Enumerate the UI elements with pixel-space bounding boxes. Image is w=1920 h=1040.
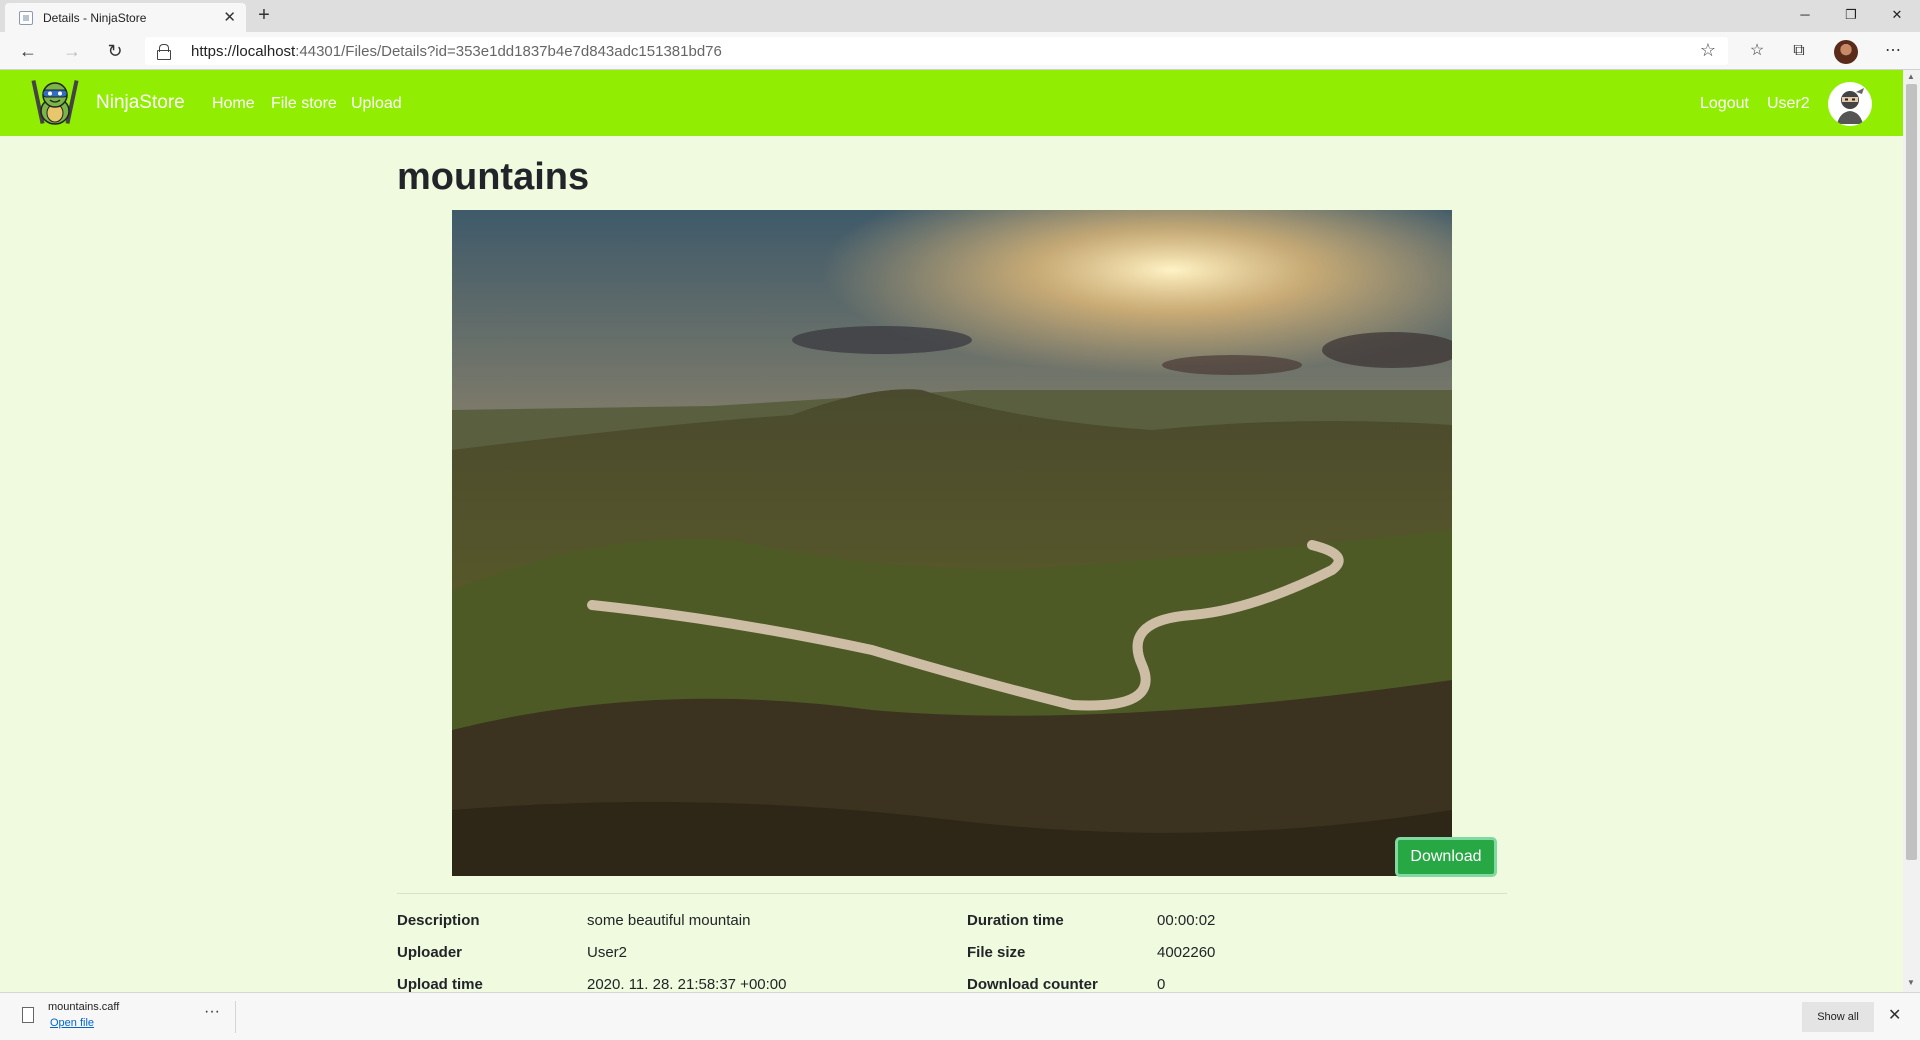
- upload-time-label: Upload time: [397, 976, 483, 993]
- browser-profile-avatar[interactable]: [1834, 40, 1858, 64]
- description-label: Description: [397, 912, 480, 929]
- ninja-avatar-icon: [1829, 83, 1871, 125]
- back-arrow-icon[interactable]: ←: [15, 39, 41, 65]
- brand-name[interactable]: NinjaStore: [96, 92, 185, 114]
- collections-icon[interactable]: ⧉: [1786, 39, 1812, 65]
- download-more-options-icon[interactable]: ···: [204, 1003, 220, 1021]
- browser-tab-bar: Details - NinjaStore ✕ + ─ ❐ ✕: [0, 0, 1920, 32]
- shelf-separator: [235, 1001, 236, 1033]
- logout-link[interactable]: Logout: [1700, 95, 1749, 113]
- minimize-window-button[interactable]: ─: [1782, 0, 1828, 32]
- scroll-up-icon[interactable]: ▲: [1907, 72, 1915, 81]
- file-size-value: 4002260: [1157, 944, 1216, 961]
- page-scrollbar[interactable]: ▲ ▼: [1903, 70, 1920, 992]
- upload-time-value: 2020. 11. 28. 21:58:37 +00:00: [587, 976, 787, 993]
- ninja-turtle-logo-icon[interactable]: [30, 78, 80, 128]
- description-value: some beautiful mountain: [587, 912, 751, 929]
- nav-link-upload[interactable]: Upload: [351, 95, 402, 113]
- forward-arrow-icon[interactable]: →: [59, 39, 85, 65]
- show-all-downloads-button[interactable]: Show all: [1802, 1002, 1874, 1032]
- uploader-label: Uploader: [397, 944, 463, 961]
- user-avatar[interactable]: [1828, 82, 1872, 126]
- nav-link-home[interactable]: Home: [212, 95, 255, 113]
- close-window-button[interactable]: ✕: [1874, 0, 1920, 32]
- more-menu-icon[interactable]: ⋯: [1880, 39, 1906, 65]
- browser-toolbar: ← → ↻ https://localhost:44301/Files/Deta…: [0, 32, 1920, 70]
- favorites-list-icon[interactable]: ☆: [1744, 39, 1770, 65]
- page-favicon-icon: [19, 10, 33, 25]
- scroll-down-icon[interactable]: ▼: [1907, 978, 1915, 987]
- tab-title: Details - NinjaStore: [43, 10, 147, 25]
- download-counter-value: 0: [1157, 976, 1166, 993]
- site-navbar: NinjaStore Home File store Upload Logout…: [0, 70, 1903, 136]
- uploader-value: User2: [587, 944, 628, 961]
- file-size-label: File size: [967, 944, 1026, 961]
- url-path: :44301/Files/Details?id=353e1dd1837b4e7d…: [295, 42, 722, 60]
- browser-tab[interactable]: Details - NinjaStore ✕: [5, 3, 246, 32]
- close-shelf-icon[interactable]: ✕: [1888, 1005, 1901, 1025]
- open-file-link[interactable]: Open file: [50, 1017, 94, 1029]
- close-tab-icon[interactable]: ✕: [223, 8, 236, 26]
- favorite-star-icon[interactable]: ☆: [1700, 40, 1716, 61]
- download-counter-label: Download counter: [967, 976, 1098, 993]
- duration-time-value: 00:00:02: [1157, 912, 1216, 929]
- page-title: mountains: [397, 156, 590, 198]
- divider: [397, 893, 1507, 894]
- duration-time-label: Duration time: [967, 912, 1064, 929]
- download-shelf: mountains.caff Open file ··· Show all ✕: [0, 992, 1920, 1040]
- user-name-link[interactable]: User2: [1767, 95, 1810, 113]
- scrollbar-thumb[interactable]: [1906, 84, 1917, 860]
- new-tab-button[interactable]: +: [252, 4, 276, 27]
- downloaded-file-name[interactable]: mountains.caff: [48, 1001, 119, 1013]
- restore-window-button[interactable]: ❐: [1828, 0, 1874, 32]
- nav-link-file-store[interactable]: File store: [271, 95, 337, 113]
- file-icon: [22, 1007, 34, 1023]
- file-preview-image: [452, 210, 1452, 876]
- address-bar[interactable]: https://localhost:44301/Files/Details?id…: [145, 37, 1728, 65]
- url-domain: https://localhost: [191, 42, 296, 60]
- download-button[interactable]: Download: [1395, 837, 1497, 877]
- refresh-icon[interactable]: ↻: [102, 39, 128, 65]
- lock-icon: [157, 44, 171, 60]
